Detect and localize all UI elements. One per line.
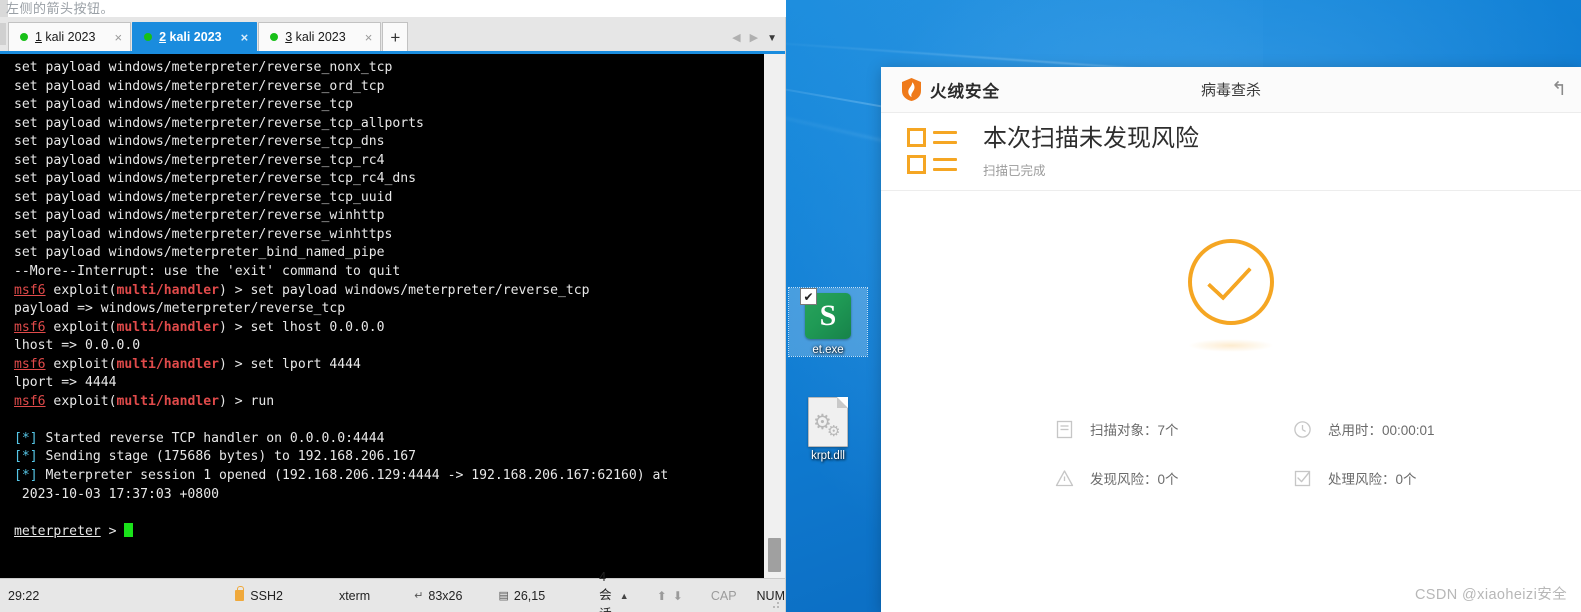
scan-list-square <box>907 154 926 174</box>
close-icon[interactable]: × <box>229 31 249 44</box>
stat-risks-found: 发现风险：0个 <box>1055 468 1293 488</box>
status-sessions: 4 会话 <box>599 569 612 612</box>
huorong-result-texts: 本次扫描未发现风险 扫描已完成 <box>983 124 1199 179</box>
huorong-scan-stats: 扫描对象：7个 总用时：00:00:01 发现风险：0个 处理风险：0个 <box>881 419 1581 488</box>
stat-label: 扫描对象：7个 <box>1090 423 1179 438</box>
status-term-type: xterm <box>338 588 371 603</box>
tab-title: kali 2023 <box>292 30 346 44</box>
scan-result-subtext: 扫描已完成 <box>983 164 1046 178</box>
status-elapsed-time: 29:22 <box>8 588 40 603</box>
status-protocol-group: SSH2 <box>235 586 283 603</box>
stat-label: 总用时：00:00:01 <box>1328 423 1435 438</box>
status-sessions-group[interactable]: 4 会话 ▲ <box>599 570 629 612</box>
status-cursor-group: ▤ 26,15 <box>498 589 545 603</box>
check-mark <box>1207 254 1252 301</box>
gear-icon: ⚙ <box>827 423 841 440</box>
checkbox-icon[interactable]: ✔ <box>800 288 817 305</box>
document-icon <box>1055 420 1074 439</box>
scan-list-line <box>933 130 957 134</box>
huorong-security-window: 火绒安全 病毒查杀 ↰ 本次扫描未发现风险 扫描已完成 扫描对象：7个 总用时：… <box>881 67 1581 612</box>
terminal-tab-label: 1 kali 2023 <box>35 30 95 44</box>
tab-title: kali 2023 <box>41 30 96 44</box>
terminal-status-bar: 29:22 SSH2 xterm ↵ 83x26 ▤ 26,15 4 会话 ▲ … <box>0 570 785 612</box>
checkbox-icon <box>1293 469 1312 488</box>
tab-title: kali 2023 <box>166 30 222 44</box>
new-tab-button[interactable]: + <box>382 22 409 51</box>
status-dot-icon <box>144 33 153 41</box>
scan-list-line <box>933 140 957 144</box>
terminal-tab-2[interactable]: 2 kali 2023 × <box>132 22 258 51</box>
scan-list-line <box>933 167 957 171</box>
tab-index: 2 <box>159 30 167 44</box>
cursor-position-icon: ▤ <box>498 590 509 602</box>
clock-icon <box>1293 420 1312 439</box>
flame-shield-icon <box>902 78 921 101</box>
scroll-up-icon[interactable]: ⬆ <box>657 589 667 603</box>
chevron-up-icon[interactable]: ▲ <box>620 591 629 601</box>
chevron-down-icon[interactable]: ▼ <box>767 33 777 44</box>
desktop-icon-label: krpt.dll <box>811 450 845 462</box>
status-caps-lock: CAP <box>710 588 737 603</box>
resize-grip[interactable] <box>772 599 782 609</box>
scroll-down-icon[interactable]: ⬇ <box>673 589 683 603</box>
stat-label: 处理风险：0个 <box>1328 472 1417 487</box>
terminal-tab-3[interactable]: 3 kali 2023 × <box>258 22 382 51</box>
close-icon[interactable]: × <box>353 31 373 44</box>
stat-label: 发现风险：0个 <box>1090 472 1179 487</box>
scan-list-square <box>907 127 926 147</box>
scan-list-icon <box>907 127 961 177</box>
check-circle-shadow <box>1188 339 1274 352</box>
close-icon[interactable]: × <box>102 31 122 44</box>
desktop-icon-label: et.exe <box>812 344 844 356</box>
stat-risks-handled: 处理风险：0个 <box>1293 468 1531 488</box>
status-size-group: ↵ 83x26 <box>414 589 462 603</box>
huorong-title-bar: 火绒安全 病毒查杀 ↰ <box>881 67 1581 113</box>
terminal-window: 1 kali 2023 × 2 kali 2023 × 3 kali 2023 … <box>0 17 786 612</box>
status-dot-icon <box>270 33 279 41</box>
stat-scan-objects: 扫描对象：7个 <box>1055 419 1293 439</box>
terminal-body[interactable]: set payload windows/meterpreter/reverse_… <box>0 54 785 578</box>
status-protocol: SSH2 <box>250 588 283 603</box>
tabbar-nav-controls: ◀ ▶ ▼ <box>732 33 785 51</box>
terminal-tab-bar: 1 kali 2023 × 2 kali 2023 × 3 kali 2023 … <box>0 17 785 51</box>
status-dot-icon <box>20 33 28 41</box>
desktop-icon-krpt-dll[interactable]: ⚙ ⚙ krpt.dll <box>789 394 867 462</box>
stat-total-time: 总用时：00:00:01 <box>1293 419 1531 439</box>
green-s-app-icon: ✔ <box>800 288 851 339</box>
tab-index: 1 <box>35 30 42 44</box>
back-arrow-icon[interactable]: ↰ <box>1551 80 1581 99</box>
resize-icon: ↵ <box>414 590 424 602</box>
check-circle-ring <box>1188 239 1274 325</box>
scroll-left-icon[interactable]: ◀ <box>732 33 740 44</box>
lock-icon <box>235 586 245 601</box>
terminal-tab-1[interactable]: 1 kali 2023 × <box>8 22 132 51</box>
check-circle-icon <box>881 239 1581 352</box>
status-terminal-size: 83x26 <box>428 588 463 603</box>
terminal-output[interactable]: set payload windows/meterpreter/reverse_… <box>0 54 763 578</box>
huorong-brand: 火绒安全 <box>881 78 1000 102</box>
huorong-brand-name: 火绒安全 <box>930 82 1000 101</box>
terminal-tab-label: 3 kali 2023 <box>285 30 345 44</box>
desktop-icon-graphic: ✔ <box>789 288 867 344</box>
desktop-icon-graphic: ⚙ ⚙ <box>789 394 867 450</box>
terminal-scrollbar[interactable] <box>763 54 785 578</box>
warning-icon <box>1055 469 1074 488</box>
scan-result-heading: 本次扫描未发现风险 <box>983 125 1199 152</box>
desktop-icon-et-exe[interactable]: ✔ et.exe <box>788 287 868 357</box>
terminal-tab-label: 2 kali 2023 <box>159 30 222 44</box>
tabbar-left-stub <box>0 23 6 45</box>
status-cursor-position: 26,15 <box>513 588 546 603</box>
huorong-result-header: 本次扫描未发现风险 扫描已完成 <box>881 113 1581 191</box>
scroll-right-icon[interactable]: ▶ <box>750 33 758 44</box>
scan-list-line <box>933 157 957 161</box>
dll-file-icon: ⚙ ⚙ <box>808 397 848 447</box>
scrollbar-thumb[interactable] <box>768 538 781 572</box>
csdn-watermark: CSDN @xiaoheizi安全 <box>1414 587 1567 603</box>
page-caption-text: 左侧的箭头按钮。 <box>6 1 115 16</box>
